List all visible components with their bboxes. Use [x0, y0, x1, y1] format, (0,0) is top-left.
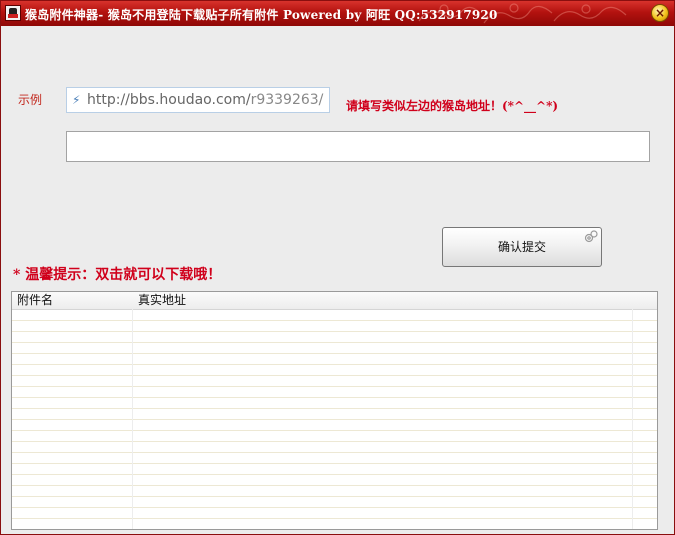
- column-header-filename[interactable]: 附件名: [17, 292, 53, 309]
- houdao-monkey-icon: [5, 5, 21, 21]
- example-url-field: ⚡ http://bbs.houdao.com/r9339263/: [66, 87, 330, 113]
- column-header-real-url[interactable]: 真实地址: [138, 292, 186, 309]
- list-header: 附件名 真实地址: [12, 292, 657, 310]
- submit-button-label: 确认提交: [497, 240, 546, 254]
- submit-button[interactable]: 确认提交: [442, 227, 602, 267]
- title-bar[interactable]: 猴岛附件神器- 猴岛不用登陆下载贴子所有附件 Powered by 阿旺 QQ:…: [1, 1, 674, 26]
- swirl-icon: [584, 230, 598, 243]
- example-url-host: http://bbs.houdao.com/: [87, 92, 251, 108]
- example-url-path: r9339263/: [250, 92, 324, 108]
- lightning-bolt-icon: ⚡: [72, 93, 81, 107]
- column-divider: [632, 309, 633, 529]
- attachment-list[interactable]: 附件名 真实地址: [11, 291, 658, 530]
- download-tip: * 温馨提示：双击就可以下载哦！: [13, 267, 222, 283]
- window-title: 猴岛附件神器- 猴岛不用登陆下载贴子所有附件 Powered by 阿旺 QQ:…: [25, 8, 498, 22]
- address-hint: 请填写类似左边的猴岛地址！(*^__^*): [346, 99, 559, 113]
- app-window: 猴岛附件神器- 猴岛不用登陆下载贴子所有附件 Powered by 阿旺 QQ:…: [0, 0, 675, 535]
- example-label: 示例: [18, 93, 43, 107]
- close-icon[interactable]: ×: [651, 4, 669, 22]
- column-divider: [132, 309, 133, 529]
- address-input[interactable]: [66, 131, 650, 162]
- list-rows[interactable]: [12, 310, 657, 529]
